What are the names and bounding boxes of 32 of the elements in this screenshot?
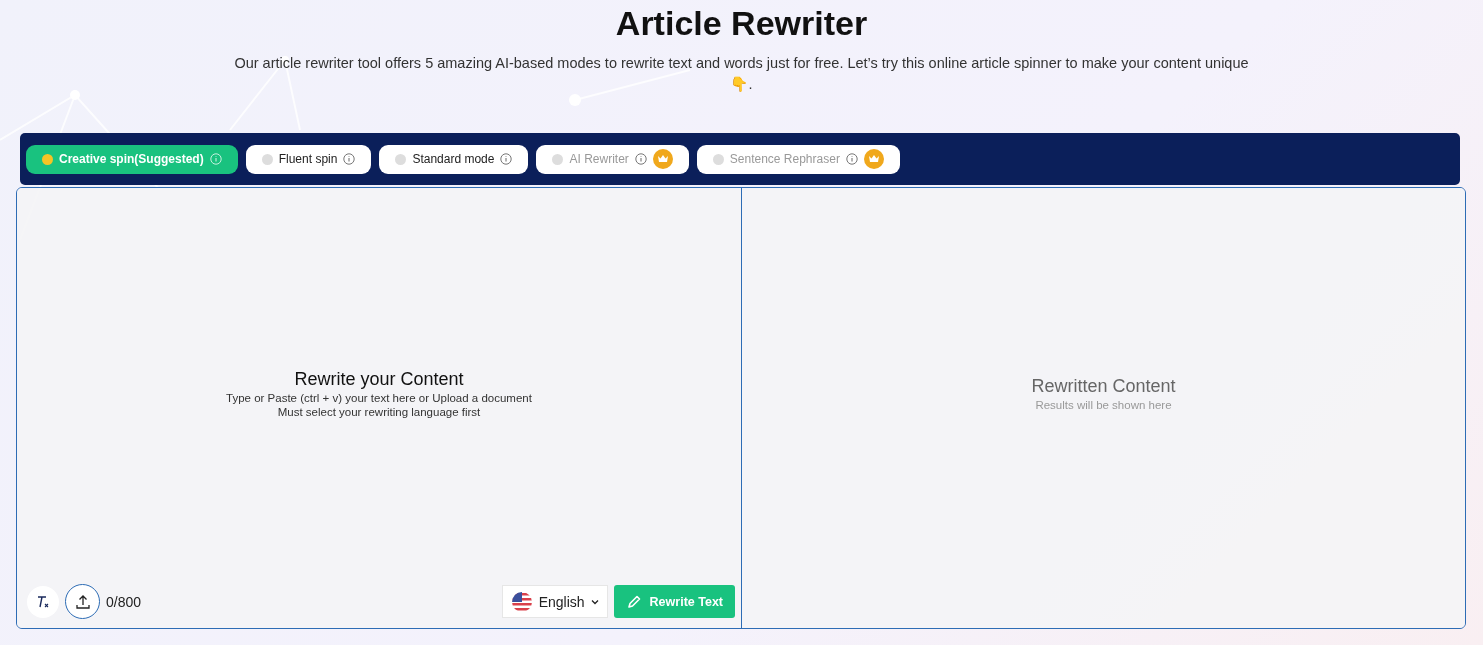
upload-icon — [74, 593, 91, 610]
mode-tab[interactable]: Standard mode — [379, 144, 529, 174]
radio-dot-icon — [42, 153, 53, 165]
rewrite-text-button[interactable]: Rewrite Text — [613, 585, 735, 618]
language-dropdown[interactable]: English — [501, 585, 608, 618]
input-hint: Type or Paste (ctrl + v) your text here or Upload a document — [226, 391, 532, 404]
info-icon — [209, 153, 222, 165]
radio-dot-icon — [395, 153, 407, 165]
input-heading: Rewrite your Content — [294, 368, 464, 390]
radio-dot-icon — [552, 153, 564, 165]
info-icon — [845, 153, 858, 165]
mode-tab[interactable]: Fluent spin — [245, 144, 372, 174]
flag-icon — [510, 590, 533, 613]
language-note: Must select your rewriting language first — [277, 405, 481, 418]
radio-dot-icon — [261, 153, 273, 165]
page-title: Article Rewriter — [615, 4, 868, 43]
output-heading: Rewritten Content — [1031, 375, 1176, 397]
info-icon — [343, 153, 356, 165]
upload-button[interactable] — [65, 584, 100, 619]
chevron-down-icon — [590, 597, 599, 606]
clear-format-button[interactable] — [27, 585, 59, 618]
clear-format-icon — [35, 593, 51, 610]
info-icon — [634, 153, 647, 165]
page-description: Our article rewriter tool offers 5 amazing AI-based modes to rewrite text and words just for free. Let’s try this online article spinner to make your content unique👇. — [233, 54, 1250, 94]
info-icon — [500, 153, 513, 165]
character-counter: 0/800 — [106, 593, 142, 610]
pencil-icon — [625, 593, 642, 610]
mode-tab[interactable]: Creative spin(Suggested) — [26, 144, 238, 174]
mode-tab[interactable]: Sentence Rephraser — [696, 144, 900, 174]
radio-dot-icon — [712, 153, 724, 165]
output-hint: Results will be shown here — [1035, 398, 1172, 411]
mode-tab[interactable]: AI Rewriter — [536, 144, 689, 174]
